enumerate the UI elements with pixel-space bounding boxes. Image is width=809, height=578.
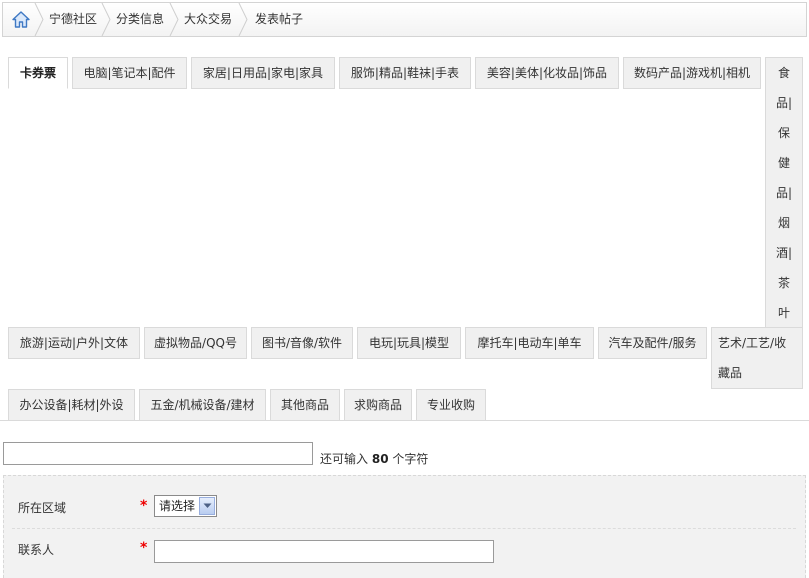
hint-suffix: 个字符 bbox=[392, 452, 429, 466]
tab-other[interactable]: 其他商品 bbox=[270, 389, 340, 421]
title-input[interactable] bbox=[3, 442, 313, 465]
region-select-value: 请选择 bbox=[159, 499, 196, 513]
breadcrumb-item-classifieds[interactable]: 分类信息 bbox=[116, 3, 164, 36]
breadcrumb-separator-icon bbox=[34, 3, 44, 36]
contact-input[interactable] bbox=[154, 540, 494, 563]
tab-art[interactable]: 艺术/工艺/收藏品 bbox=[711, 327, 803, 389]
tab-beauty[interactable]: 美容|美体|化妆品|饰品 bbox=[475, 57, 619, 89]
required-mark: * bbox=[140, 540, 148, 556]
contact-label: 联系人 bbox=[18, 543, 55, 557]
tab-food-label: 食品|保健品|烟酒|茶叶 bbox=[776, 66, 793, 320]
tab-computers[interactable]: 电脑|笔记本|配件 bbox=[72, 57, 187, 89]
tab-buyback[interactable]: 专业收购 bbox=[416, 389, 486, 421]
tab-food[interactable]: 食品|保健品|烟酒|茶叶 bbox=[765, 57, 803, 329]
required-mark: * bbox=[140, 498, 148, 514]
tab-motorbike[interactable]: 摩托车|电动车|单车 bbox=[465, 327, 594, 359]
region-label: 所在区域 bbox=[18, 501, 67, 515]
char-count-hint: 还可输入 80 个字符 bbox=[320, 450, 428, 467]
tabs-baseline bbox=[0, 420, 809, 421]
hint-count: 80 bbox=[371, 452, 389, 466]
breadcrumb-separator-icon bbox=[169, 3, 179, 36]
hint-prefix: 还可输入 bbox=[320, 452, 369, 466]
tab-wanted[interactable]: 求购商品 bbox=[344, 389, 412, 421]
breadcrumb-separator-icon bbox=[101, 3, 111, 36]
row-divider bbox=[12, 528, 796, 529]
tab-cards-tickets[interactable]: 卡券票 bbox=[8, 57, 68, 89]
chevron-down-icon[interactable] bbox=[199, 497, 215, 515]
breadcrumb-item-trade[interactable]: 大众交易 bbox=[184, 3, 232, 36]
breadcrumb-separator-icon bbox=[238, 3, 248, 36]
tab-hardware[interactable]: 五金/机械设备/建材 bbox=[139, 389, 266, 421]
tab-auto[interactable]: 汽车及配件/服务 bbox=[598, 327, 707, 359]
region-select[interactable]: 请选择 bbox=[154, 495, 217, 517]
tab-digital[interactable]: 数码产品|游戏机|相机 bbox=[623, 57, 761, 89]
tab-apparel[interactable]: 服饰|精品|鞋袜|手表 bbox=[339, 57, 471, 89]
breadcrumb-item-post: 发表帖子 bbox=[255, 12, 304, 26]
category-tabs: 卡券票 电脑|笔记本|配件 家居|日用品|家电|家具 服饰|精品|鞋袜|手表 美… bbox=[0, 37, 809, 422]
tab-books[interactable]: 图书/音像/软件 bbox=[251, 327, 353, 359]
breadcrumb: 宁德社区 分类信息 大众交易 发表帖子 bbox=[2, 2, 807, 37]
tab-home[interactable]: 家居|日用品|家电|家具 bbox=[191, 57, 335, 89]
breadcrumb-item-community[interactable]: 宁德社区 bbox=[49, 3, 97, 36]
tab-virtual[interactable]: 虚拟物品/QQ号 bbox=[144, 327, 247, 359]
tab-travel[interactable]: 旅游|运动|户外|文体 bbox=[8, 327, 140, 359]
tab-office[interactable]: 办公设备|耗材|外设 bbox=[8, 389, 135, 421]
home-icon[interactable] bbox=[11, 10, 31, 29]
tab-toys[interactable]: 电玩|玩具|模型 bbox=[357, 327, 461, 359]
